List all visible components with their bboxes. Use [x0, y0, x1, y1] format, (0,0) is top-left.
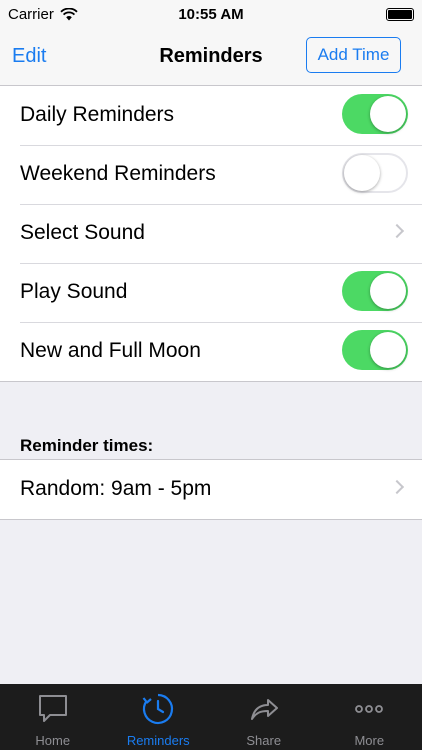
chevron-right-icon	[389, 223, 405, 239]
weekend-reminders-toggle[interactable]	[342, 153, 408, 193]
setting-row-daily-reminders: Daily Reminders	[0, 86, 422, 145]
play-sound-toggle[interactable]	[342, 271, 408, 311]
setting-row-select-sound[interactable]: Select Sound	[0, 204, 422, 263]
setting-row-new-full-moon: New and Full Moon	[0, 322, 422, 381]
reminder-times-group: Random: 9am - 5pm	[0, 459, 422, 520]
share-arrow-icon	[250, 699, 278, 720]
settings-group: Daily Reminders Weekend Reminders Select…	[0, 86, 422, 382]
setting-label: Daily Reminders	[20, 103, 175, 126]
reminder-time-label: Random: 9am - 5pm	[20, 477, 212, 500]
more-dots-icon	[355, 705, 384, 713]
setting-label: New and Full Moon	[20, 339, 201, 362]
setting-row-play-sound: Play Sound	[0, 263, 422, 322]
nav-bar: Edit Reminders Add Time	[0, 30, 422, 86]
tab-more[interactable]: More	[317, 684, 422, 750]
status-time: 10:55 AM	[178, 6, 244, 23]
battery-icon	[386, 8, 414, 21]
daily-reminders-toggle[interactable]	[342, 94, 408, 134]
reminder-time-row[interactable]: Random: 9am - 5pm	[0, 460, 422, 519]
chevron-right-icon	[389, 479, 405, 495]
tab-reminders[interactable]: Reminders	[106, 684, 212, 750]
setting-label: Play Sound	[20, 280, 128, 303]
tab-label: Share	[246, 733, 282, 748]
tab-label: Home	[35, 733, 71, 748]
tab-bar: Home Reminders Share More	[0, 684, 422, 750]
tab-label: Reminders	[126, 733, 190, 748]
clock-refresh-icon	[142, 693, 174, 725]
chat-bubble-icon	[38, 695, 67, 722]
tab-label: More	[354, 733, 385, 748]
setting-label: Select Sound	[20, 221, 145, 244]
new-full-moon-toggle[interactable]	[342, 330, 408, 370]
status-bar: Carrier 10:55 AM	[0, 0, 422, 30]
reminder-times-header: Reminder times:	[20, 436, 154, 455]
setting-label: Weekend Reminders	[20, 162, 216, 185]
tab-home[interactable]: Home	[0, 684, 106, 750]
tab-share[interactable]: Share	[211, 684, 317, 750]
setting-row-weekend-reminders: Weekend Reminders	[0, 145, 422, 204]
add-time-button[interactable]: Add Time	[306, 37, 401, 73]
